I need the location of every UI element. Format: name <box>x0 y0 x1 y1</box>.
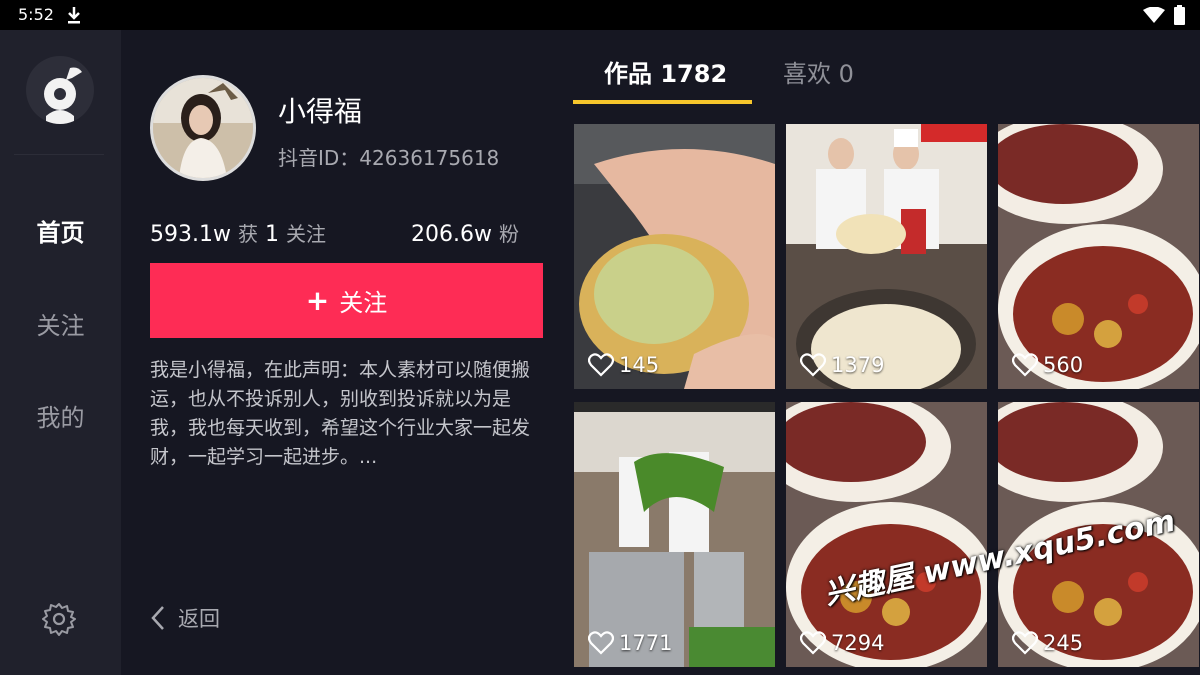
plus-icon: + <box>305 284 330 317</box>
like-count: 7294 <box>800 631 884 655</box>
video-thumbnail[interactable]: 1771 <box>574 402 775 667</box>
like-count: 1379 <box>800 353 884 377</box>
heart-icon <box>800 353 826 377</box>
fans-label: 粉 <box>498 222 519 246</box>
like-count-value: 245 <box>1043 631 1084 655</box>
profile-username: 小得福 <box>278 95 363 128</box>
status-time: 5:52 <box>18 5 54 24</box>
soup-bowl-image <box>786 402 987 667</box>
likes-label: 获 <box>237 222 258 246</box>
follow-button[interactable]: + 关注 <box>150 263 543 338</box>
download-icon <box>68 7 80 24</box>
like-count-value: 560 <box>1043 353 1084 377</box>
profile-panel: 小得福 抖音ID：42636175618 593.1w 获 1 关注 206.6… <box>121 30 561 675</box>
heart-icon <box>1012 631 1038 655</box>
avatar[interactable] <box>150 75 256 181</box>
like-count-value: 1771 <box>619 631 673 655</box>
heart-icon <box>800 631 826 655</box>
following-label: 关注 <box>285 222 326 246</box>
left-sidebar: 首页 关注 我的 <box>0 30 121 675</box>
gear-icon[interactable] <box>42 602 76 636</box>
like-count: 245 <box>1012 631 1083 655</box>
heart-icon <box>1012 353 1038 377</box>
like-count-value: 7294 <box>831 631 885 655</box>
back-button[interactable]: 返回 <box>150 603 220 633</box>
video-thumbnail[interactable]: 1379 <box>786 124 987 389</box>
profile-douyin-id: 抖音ID：42636175618 <box>278 146 500 170</box>
battery-icon <box>1174 5 1185 25</box>
heart-icon <box>588 631 614 655</box>
tab-works[interactable]: 作品 1782 <box>604 54 727 89</box>
chevron-left-icon <box>151 606 164 630</box>
video-thumbnail[interactable]: 7294 <box>786 402 987 667</box>
video-thumbnail[interactable]: 560 <box>998 124 1199 389</box>
food-pancake-image <box>574 124 775 389</box>
nav-item-home[interactable]: 首页 <box>0 213 121 248</box>
likes-count: 593.1w <box>150 222 231 247</box>
video-thumbnail[interactable]: 145 <box>574 124 775 389</box>
like-count-value: 1379 <box>831 353 885 377</box>
soup-bowl-image <box>998 124 1199 389</box>
chefs-dough-image <box>786 124 987 389</box>
like-count: 560 <box>1012 353 1083 377</box>
nav-item-following[interactable]: 关注 <box>0 306 121 341</box>
content-tabs: 作品 1782 喜欢 0 <box>561 30 1200 110</box>
status-bar: 5:52 <box>0 0 1200 30</box>
back-label: 返回 <box>178 607 220 631</box>
heart-icon <box>588 353 614 377</box>
following-count: 1 <box>264 222 279 247</box>
wifi-icon <box>1143 7 1165 23</box>
app-logo-icon[interactable] <box>26 56 94 124</box>
stats-likes-following: 593.1w 获 1 关注 <box>150 218 326 247</box>
nav-item-me[interactable]: 我的 <box>0 398 121 433</box>
active-tab-indicator <box>573 100 752 104</box>
sidebar-divider <box>14 154 104 155</box>
profile-bio: 我是小得福，在此声明：本人素材可以随便搬运，也从不投诉别人，别收到投诉就以为是我… <box>150 359 531 468</box>
fans-count: 206.6w <box>411 222 492 247</box>
like-count-value: 145 <box>619 353 660 377</box>
tab-likes[interactable]: 喜欢 0 <box>783 54 854 89</box>
like-count: 1771 <box>588 631 672 655</box>
like-count: 145 <box>588 353 659 377</box>
follow-button-label: 关注 <box>339 289 388 317</box>
kitchen-machine-image <box>574 402 775 667</box>
stats-fans: 206.6w 粉 <box>411 218 519 247</box>
